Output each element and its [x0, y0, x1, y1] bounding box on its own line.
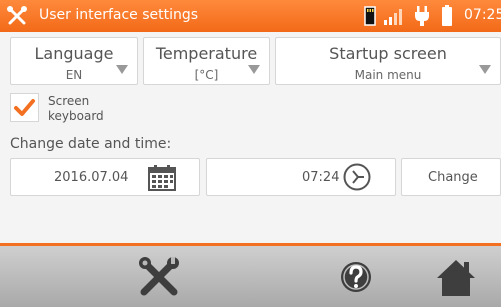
startup-screen-value: Main menu: [354, 68, 422, 82]
signal-icon: [384, 9, 402, 25]
date-field[interactable]: 2016.07.04: [10, 158, 200, 196]
screen-keyboard-label-line2: keyboard: [48, 109, 104, 123]
title-bar: User interface settings 07:25: [0, 0, 501, 32]
screen-keyboard-checkbox[interactable]: [10, 93, 39, 122]
chevron-down-icon: [479, 65, 491, 74]
startup-screen-label: Startup screen: [329, 44, 447, 63]
chevron-down-icon: [116, 65, 128, 74]
calendar-icon: [148, 165, 176, 191]
screen-keyboard-label: Screen keyboard: [48, 94, 104, 124]
temperature-label: Temperature: [155, 44, 258, 63]
bottom-toolbar: [0, 246, 501, 307]
startup-screen-dropdown[interactable]: Startup screen Main menu: [275, 37, 501, 85]
clock-icon: [343, 163, 371, 191]
tools-icon: [7, 6, 27, 25]
home-icon[interactable]: [433, 254, 479, 300]
temperature-dropdown[interactable]: Temperature [°C]: [143, 37, 270, 85]
page-title: User interface settings: [39, 7, 199, 23]
language-label: Language: [34, 44, 114, 63]
section-title: Change date and time:: [10, 136, 172, 152]
change-button[interactable]: Change: [401, 158, 501, 196]
time-field[interactable]: 07:24: [206, 158, 396, 196]
settings-tools-icon[interactable]: [136, 254, 182, 300]
chevron-down-icon: [248, 65, 260, 74]
help-icon[interactable]: [333, 254, 379, 300]
change-button-label: Change: [428, 170, 478, 185]
status-clock: 07:25: [464, 7, 501, 23]
sd-card-icon: [364, 6, 376, 26]
plug-icon: [415, 6, 429, 26]
time-value: 07:24: [302, 170, 340, 185]
checkmark-icon: [14, 99, 35, 116]
date-value: 2016.07.04: [54, 170, 129, 185]
battery-icon: [442, 5, 452, 26]
language-dropdown[interactable]: Language EN: [10, 37, 138, 85]
screen-keyboard-label-line1: Screen: [48, 94, 90, 108]
